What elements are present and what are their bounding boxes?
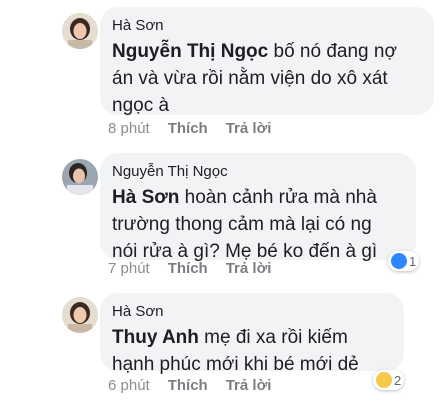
reaction-summary[interactable]: 1 — [388, 251, 420, 271]
comment-bubble: Nguyễn Thị Ngọc Hà Sơn hoàn cảnh rửa mà … — [100, 153, 416, 262]
reply-button[interactable]: Trả lời — [226, 120, 272, 137]
comment-bubble: Hà Sơn Thuy Anh mẹ đi xa rồi kiếm hạnh p… — [100, 293, 404, 375]
reaction-summary[interactable]: 2 — [373, 370, 405, 390]
comment-actions: 7 phút Thích Trả lời — [108, 260, 271, 277]
reaction-count: 2 — [394, 372, 402, 388]
comment-body: Hà Sơn hoàn cảnh rửa mà nhà trường thong… — [112, 184, 402, 265]
comment-timestamp[interactable]: 7 phút — [108, 260, 150, 277]
comment-body: Thuy Anh mẹ đi xa rồi kiếm hạnh phúc mới… — [112, 324, 390, 378]
comment-thread: Hà Sơn Nguyễn Thị Ngọc bố nó đang nợ án … — [0, 0, 444, 403]
comment-timestamp[interactable]: 6 phút — [108, 377, 150, 394]
like-button[interactable]: Thích — [168, 120, 208, 137]
comment-body: Nguyễn Thị Ngọc bố nó đang nợ án và vừa … — [112, 38, 420, 119]
mention-link[interactable]: Hà Sơn — [112, 187, 179, 208]
mention-link[interactable]: Thuy Anh — [112, 327, 199, 348]
avatar[interactable] — [62, 13, 98, 49]
avatar[interactable] — [62, 297, 98, 333]
avatar-image — [62, 13, 98, 49]
mention-link[interactable]: Nguyễn Thị Ngọc — [112, 41, 268, 62]
like-button[interactable]: Thích — [168, 260, 208, 277]
reply-button[interactable]: Trả lời — [226, 377, 272, 394]
comment-actions: 6 phút Thích Trả lời — [108, 377, 271, 394]
comment-author[interactable]: Hà Sơn — [112, 17, 420, 34]
comment-timestamp[interactable]: 8 phút — [108, 120, 150, 137]
comment-actions: 8 phút Thích Trả lời — [108, 120, 271, 137]
reply-button[interactable]: Trả lời — [226, 260, 272, 277]
avatar-image — [62, 297, 98, 333]
sad-icon — [376, 372, 392, 388]
avatar[interactable] — [62, 159, 98, 195]
comment-bubble: Hà Sơn Nguyễn Thị Ngọc bố nó đang nợ án … — [100, 7, 434, 116]
avatar-image — [62, 159, 98, 195]
like-button[interactable]: Thích — [168, 377, 208, 394]
like-icon — [391, 253, 407, 269]
comment-author[interactable]: Hà Sơn — [112, 303, 390, 320]
reaction-count: 1 — [409, 253, 417, 269]
comment-author[interactable]: Nguyễn Thị Ngọc — [112, 163, 402, 180]
